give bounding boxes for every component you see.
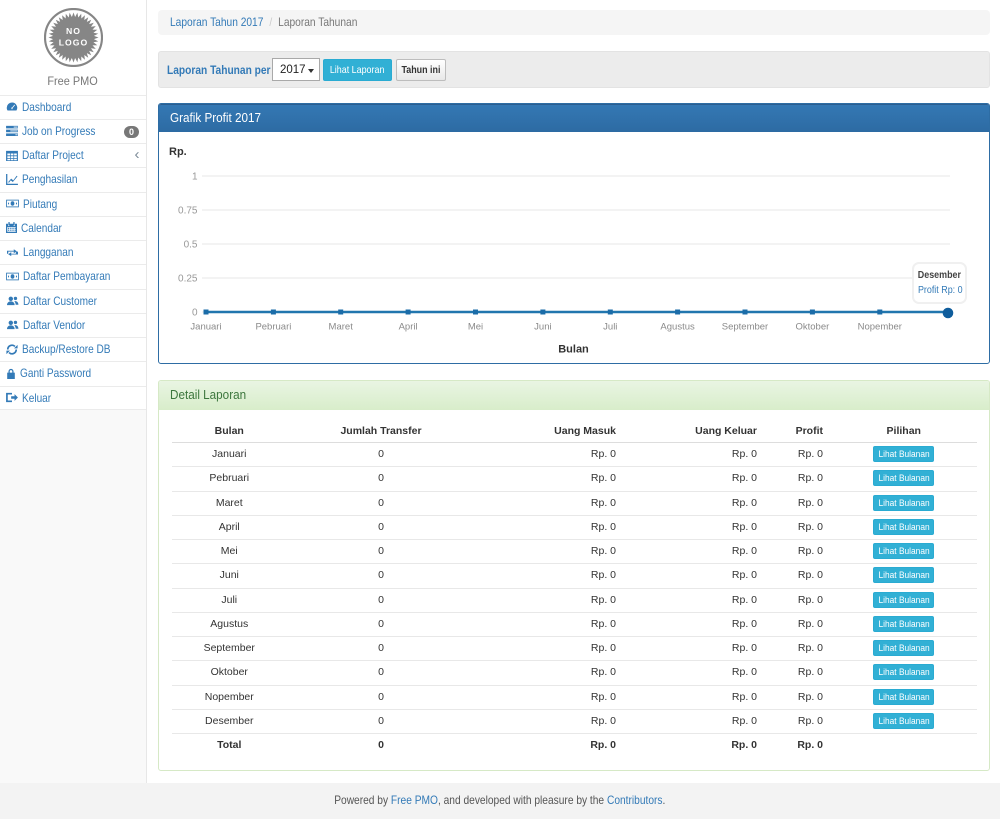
- svg-text:September: September: [722, 321, 768, 332]
- svg-text:April: April: [399, 321, 418, 332]
- svg-text:Maret: Maret: [329, 321, 354, 332]
- svg-text:Juni: Juni: [534, 321, 551, 332]
- svg-text:Mei: Mei: [468, 321, 483, 332]
- svg-text:NO: NO: [66, 26, 81, 36]
- svg-text:Pebruari: Pebruari: [255, 321, 291, 332]
- svg-text:LOGO: LOGO: [58, 38, 87, 48]
- svg-text:Oktober: Oktober: [796, 321, 830, 332]
- svg-text:Nopember: Nopember: [858, 321, 902, 332]
- svg-text:0.5: 0.5: [184, 239, 198, 250]
- svg-text:1: 1: [192, 171, 198, 182]
- svg-text:Juli: Juli: [603, 321, 617, 332]
- svg-text:0.25: 0.25: [178, 273, 198, 284]
- svg-text:Rp.: Rp.: [169, 146, 187, 158]
- svg-text:Bulan: Bulan: [558, 343, 589, 355]
- svg-text:Agustus: Agustus: [660, 321, 695, 332]
- svg-text:Januari: Januari: [190, 321, 221, 332]
- svg-text:0: 0: [192, 307, 198, 318]
- svg-text:0.75: 0.75: [178, 205, 198, 216]
